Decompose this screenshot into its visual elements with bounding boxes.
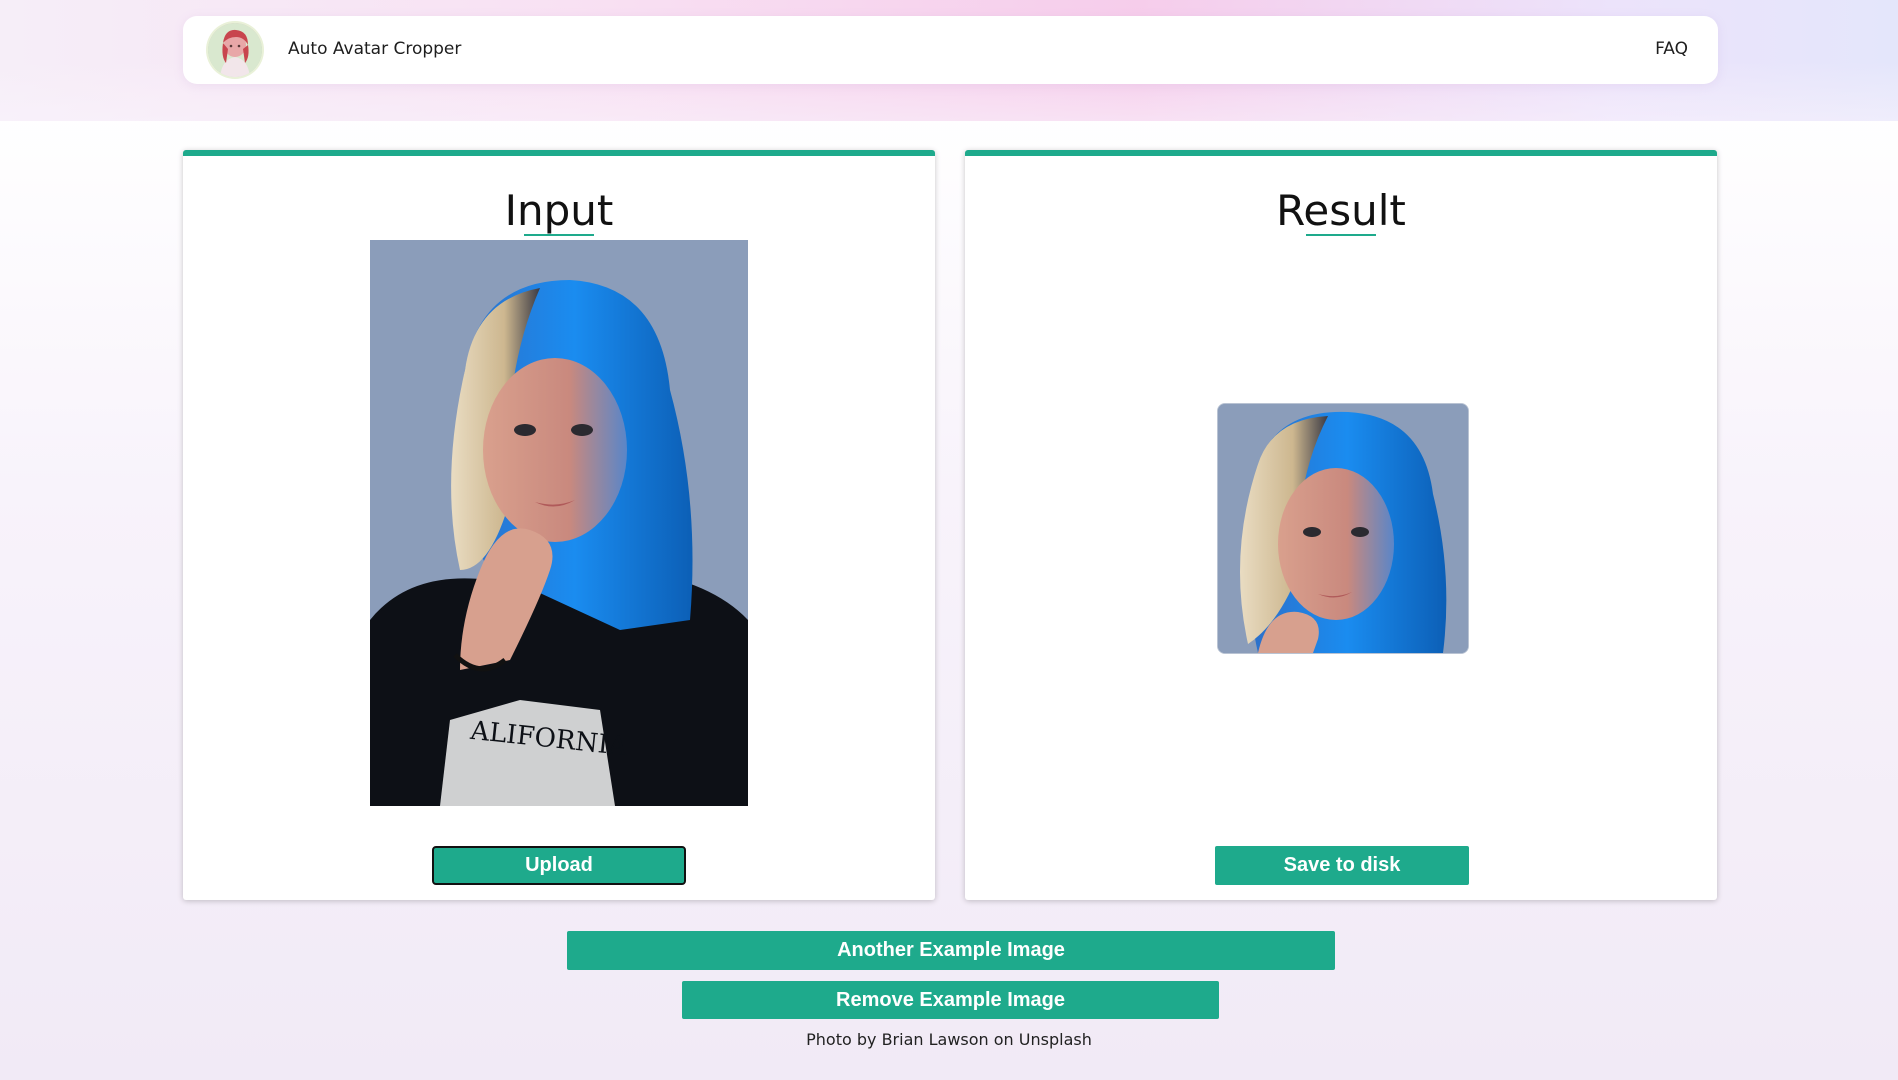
input-title-underline <box>524 234 594 236</box>
result-title-underline <box>1306 234 1376 236</box>
remove-example-button[interactable]: Remove Example Image <box>682 981 1219 1019</box>
result-panel: Result Save to disk <box>965 150 1717 900</box>
result-title: Result <box>1276 186 1406 235</box>
input-panel: Input ALIFORNIA Upload <box>183 150 935 900</box>
avatar-logo-icon[interactable] <box>208 23 262 77</box>
photo-credit: Photo by Brian Lawson on Unsplash <box>806 1030 1092 1049</box>
save-to-disk-button[interactable]: Save to disk <box>1215 846 1469 885</box>
avatar-logo-illustration <box>208 23 262 77</box>
input-title: Input <box>504 186 614 235</box>
result-image <box>1217 403 1469 654</box>
faq-link[interactable]: FAQ <box>1655 39 1688 59</box>
upload-button[interactable]: Upload <box>432 846 686 885</box>
result-portrait-illustration <box>1218 404 1468 653</box>
input-image: ALIFORNIA <box>370 240 748 806</box>
app-title: Auto Avatar Cropper <box>288 39 462 59</box>
input-portrait-illustration: ALIFORNIA <box>370 240 748 806</box>
navbar: Auto Avatar Cropper FAQ <box>183 16 1718 84</box>
another-example-button[interactable]: Another Example Image <box>567 931 1335 970</box>
